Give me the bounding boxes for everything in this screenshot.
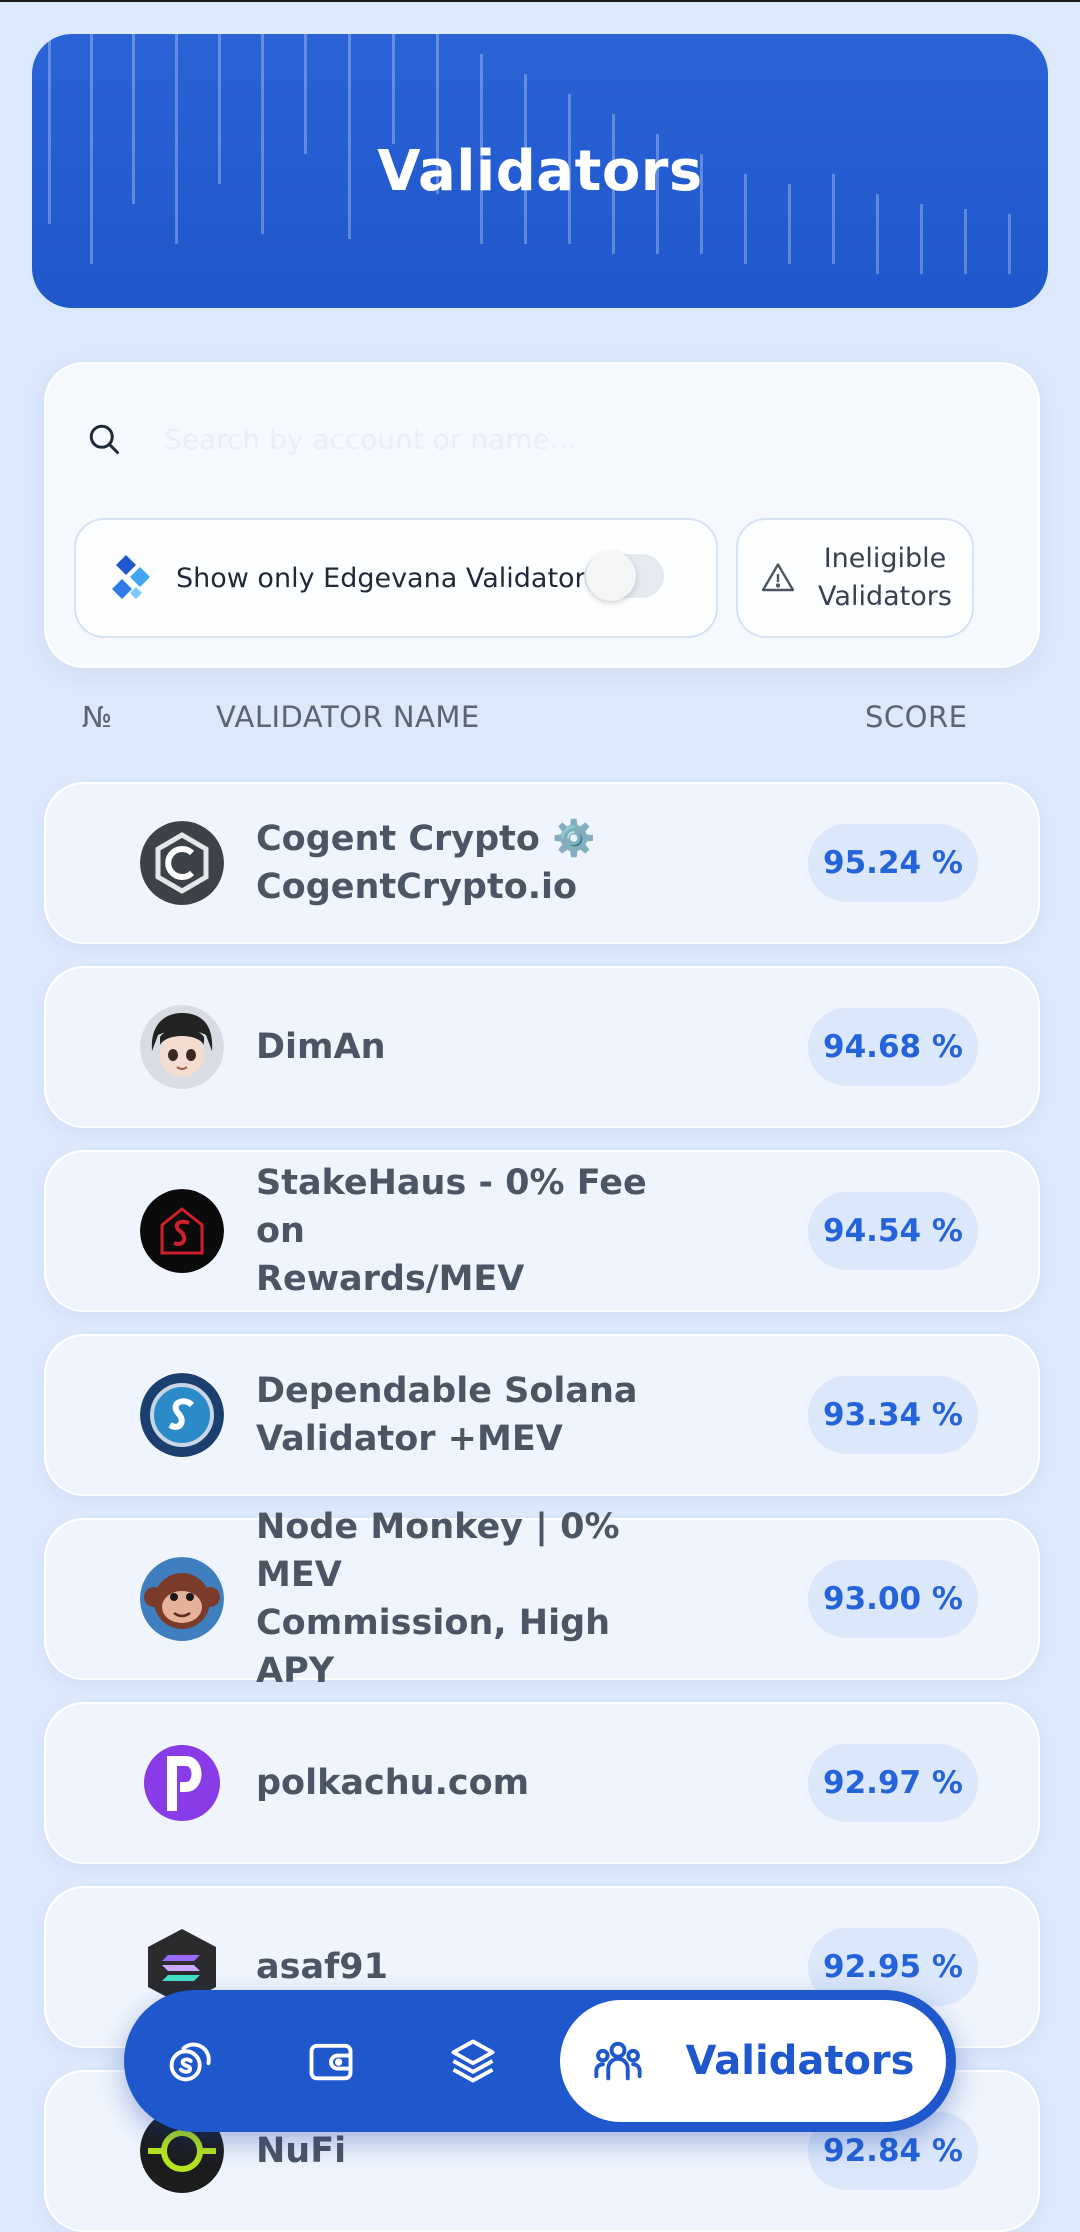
column-header-name: VALIDATOR NAME [216,700,480,734]
column-header-number: № [82,700,113,734]
validator-name-line1: NuFi [256,2131,347,2171]
staking-icon [169,2042,211,2082]
layers-icon [451,2039,495,2083]
ineligible-validators-label: Ineligible Validators [810,540,960,616]
validator-name: Node Monkey | 0% MEV Commission, High APY [256,1507,696,1691]
validator-rank: 2 [94,1029,114,1065]
node-monkey-avatar-icon [140,1557,224,1641]
validator-name-line1: asaf91 [256,1947,389,1987]
validator-name-line1: Node Monkey | 0% MEV [256,1507,620,1595]
validator-rank: 8 [94,2133,114,2169]
edgevana-logo-icon [112,555,150,599]
search-bar[interactable] [86,404,998,474]
validator-score-badge: 94.68 % [808,1008,978,1086]
validator-name: StakeHaus - 0% Fee on Rewards/MEV [256,1152,696,1310]
toggle-knob [586,551,636,601]
bottom-navigation: Validators [124,1990,956,2132]
ineligible-label-line2: Validators [818,581,952,612]
dependable-solana-logo-icon [140,1373,224,1457]
edgevana-filter-label: Show only Edgevana Validators [176,562,600,594]
validator-name-line1: Cogent Crypto ⚙️ [256,819,596,859]
validator-name: polkachu.com [256,1704,696,1862]
validator-name: Cogent Crypto ⚙️ CogentCrypto.io [256,784,696,942]
validator-score-badge: 93.34 % [808,1376,978,1454]
warning-icon [761,563,795,592]
search-input[interactable] [162,421,998,457]
column-header-score[interactable]: SCORE [865,700,967,734]
edgevana-filter[interactable]: Show only Edgevana Validators [74,518,718,638]
validator-name: Dependable Solana Validator +MEV [256,1336,696,1494]
validator-score-badge: 94.54 % [808,1192,978,1270]
validator-rank: 1 [94,845,114,881]
validator-row[interactable]: 6 polkachu.com 92.97 % [44,1702,1040,1864]
validator-row[interactable]: 4 Dependable Solana Validator +MEV 93.34 … [44,1334,1040,1496]
stakehaus-logo-icon [140,1189,224,1273]
validator-name-line2: CogentCrypto.io [256,867,578,907]
validator-score-badge: 92.97 % [808,1744,978,1822]
nav-validators-button[interactable]: Validators [560,2000,946,2122]
validator-row[interactable]: 1 Cogent Crypto ⚙️ CogentCrypto.io 95.24 … [44,782,1040,944]
validator-name-line2: Commission, High APY [256,1603,611,1691]
validator-rank: 6 [94,1765,114,1801]
validator-name-line2: Validator +MEV [256,1419,563,1459]
validator-name-line2: Rewards/MEV [256,1259,525,1299]
dimAn-avatar-icon [140,1005,224,1089]
validator-score-badge: 93.00 % [808,1560,978,1638]
validator-name-line1: Dependable Solana [256,1371,638,1411]
validator-name-line1: StakeHaus - 0% Fee on [256,1163,647,1251]
ineligible-validators-button[interactable]: Ineligible Validators [736,518,974,638]
wallet-icon [309,2043,353,2081]
validator-rank: 4 [94,1397,114,1433]
validator-row[interactable]: 5 Node Monkey | 0% MEV Commission, High A… [44,1507,1040,1691]
page-header-banner: Validators [32,34,1048,308]
validator-row[interactable]: 3 StakeHaus - 0% Fee on Rewards/MEV 94.54… [44,1150,1040,1312]
users-icon [593,2041,642,2081]
nav-validators-label: Validators [685,2038,915,2084]
validator-rank: 7 [94,1949,114,1985]
validator-rank: 3 [94,1213,114,1249]
page-title: Validators [377,138,703,204]
polkachu-logo-icon [140,1741,224,1825]
validator-row[interactable]: 2 DimAn 94.68 % [44,966,1040,1128]
nav-staking-button[interactable] [125,1990,255,2132]
search-icon [89,424,119,454]
search-filter-panel: Show only Edgevana Validators Ineligible… [44,362,1040,668]
nav-layers-button[interactable] [408,1990,538,2132]
status-bar-edge [0,0,1080,2]
validator-name-line1: DimAn [256,1027,386,1067]
validator-name: DimAn [256,968,696,1126]
validator-score-badge: 95.24 % [808,824,978,902]
edgevana-toggle-switch[interactable] [584,551,664,601]
nav-wallet-button[interactable] [266,1990,396,2132]
cogent-logo-icon [140,821,224,905]
validator-rank: 5 [94,1581,114,1617]
validator-name-line1: polkachu.com [256,1763,530,1803]
ineligible-label-line1: Ineligible [823,543,947,574]
